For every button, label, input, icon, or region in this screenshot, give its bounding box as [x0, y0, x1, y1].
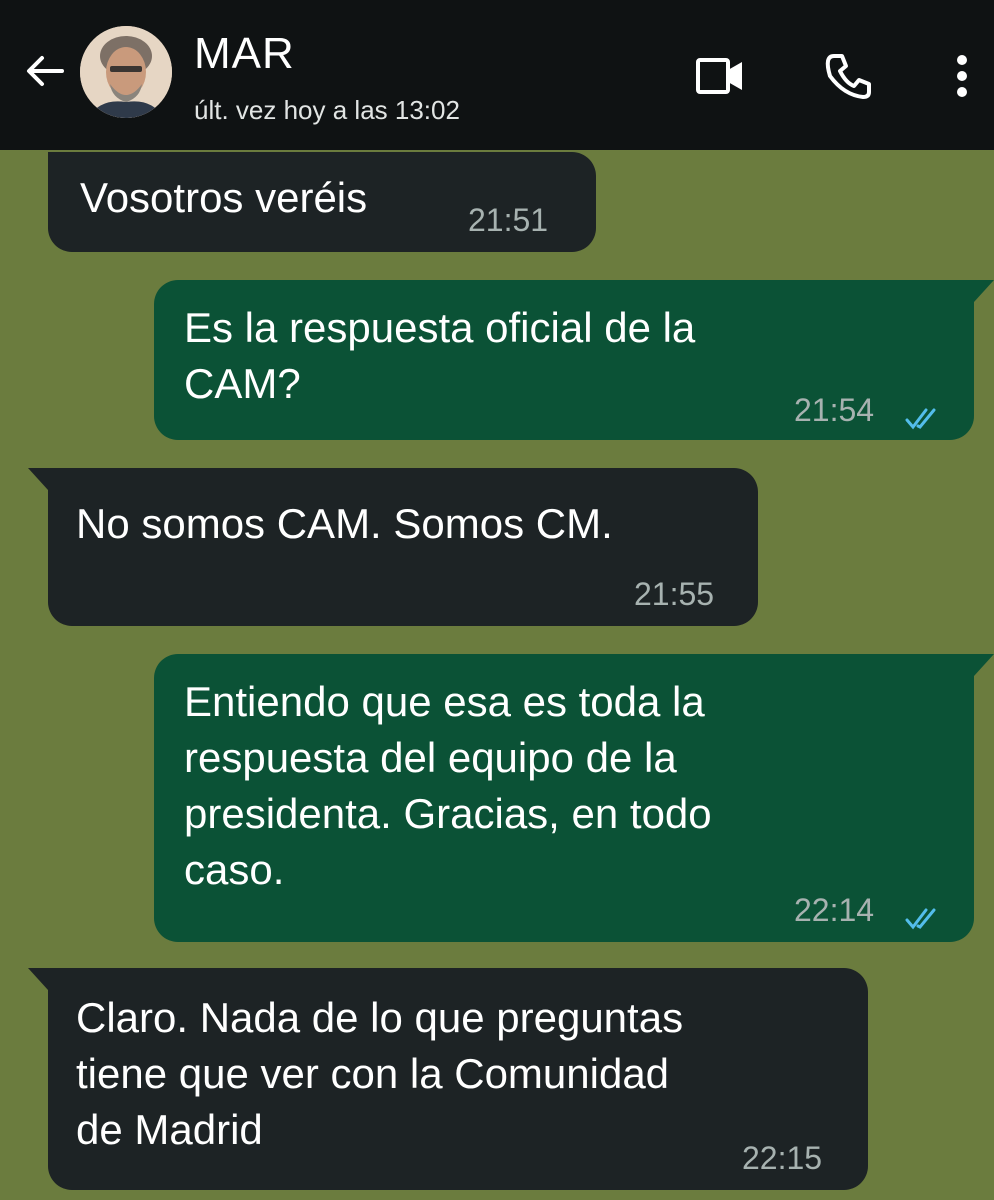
bubble-tail: [28, 968, 48, 990]
back-arrow-icon[interactable]: [20, 46, 70, 96]
message-text: No somos CAM. Somos CM.: [76, 500, 613, 547]
message-incoming[interactable]: Claro. Nada de lo que preguntas tiene qu…: [28, 968, 868, 1190]
message-time: 21:55: [634, 576, 715, 612]
message-text: Entiendo que esa es toda la respuesta de…: [184, 678, 712, 893]
message-time: 22:14: [794, 892, 875, 928]
read-receipt-icon: [904, 392, 944, 430]
message-text: Claro. Nada de lo que preguntas tiene qu…: [76, 994, 684, 1153]
message-outgoing[interactable]: Entiendo que esa es toda la respuesta de…: [154, 654, 994, 942]
message-text: Vosotros veréis: [80, 174, 368, 221]
message-incoming[interactable]: No somos CAM. Somos CM. 21:55: [28, 468, 758, 626]
video-call-icon[interactable]: [690, 46, 750, 106]
chat-header: MAR últ. vez hoy a las 13:02: [0, 0, 994, 150]
read-receipt-icon: [904, 892, 944, 930]
message-time: 21:51: [468, 202, 549, 238]
avatar[interactable]: [80, 26, 172, 118]
contact-name[interactable]: MAR: [194, 28, 295, 80]
bubble-tail: [974, 280, 994, 302]
bubble-tail: [974, 654, 994, 676]
message-text: Es la respuesta oficial de la CAM?: [184, 304, 696, 407]
message-outgoing[interactable]: Es la respuesta oficial de la CAM? 21:54: [154, 280, 994, 440]
more-options-icon[interactable]: [932, 46, 972, 106]
last-seen-status: últ. vez hoy a las 13:02: [194, 95, 460, 125]
message-time: 21:54: [794, 392, 875, 428]
chat-screen: MAR últ. vez hoy a las 13:02 Vosotros ve…: [0, 0, 994, 1200]
bubble-tail: [28, 468, 48, 490]
message-time: 22:15: [742, 1140, 823, 1176]
message-incoming[interactable]: Vosotros veréis 21:51: [48, 152, 596, 252]
phone-icon[interactable]: [818, 46, 878, 106]
